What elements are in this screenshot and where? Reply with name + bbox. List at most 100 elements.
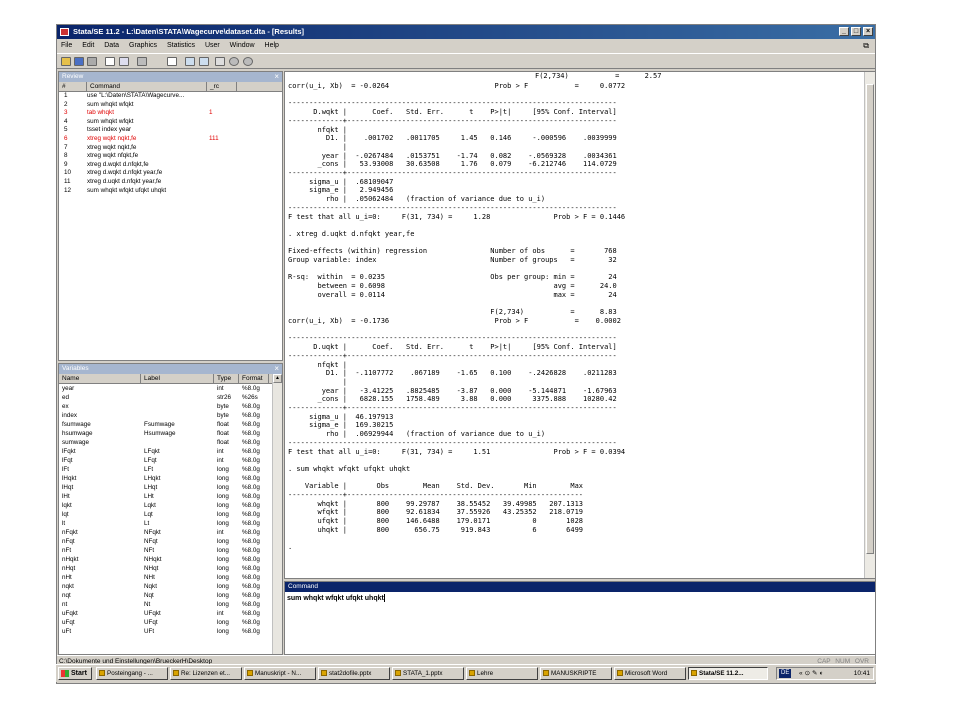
variable-row[interactable]: lHqkt LHqkt long %8.0g [59, 474, 282, 483]
menu-window[interactable]: Window [226, 39, 259, 53]
var-format: %8.0g [242, 403, 260, 410]
variable-row[interactable]: lt Lt long %8.0g [59, 519, 282, 528]
results-scroll-thumb[interactable] [866, 84, 874, 554]
data-browser-icon[interactable] [199, 57, 209, 66]
menu-graphics[interactable]: Graphics [125, 39, 161, 53]
review-header-rc[interactable]: _rc [207, 82, 237, 91]
graph-icon[interactable] [137, 57, 147, 66]
var-format: %8.0g [242, 520, 260, 527]
review-row[interactable]: 2 sum whqkt wfqkt [59, 101, 282, 110]
task-posteingang[interactable]: Posteingang - ... [96, 667, 168, 680]
review-header-command[interactable]: Command [87, 82, 207, 91]
var-name: lHqkt [62, 475, 77, 482]
review-row[interactable]: 4 sum whqkt wfqkt [59, 118, 282, 127]
variable-row[interactable]: index byte %8.0g [59, 411, 282, 420]
variable-row[interactable]: lHt LHt long %8.0g [59, 492, 282, 501]
task-manuskript[interactable]: Manuskript - N... [244, 667, 316, 680]
variable-row[interactable]: nFt NFt long %8.0g [59, 546, 282, 555]
results-scrollbar[interactable] [864, 72, 875, 578]
variable-row[interactable]: year int %8.0g [59, 384, 282, 393]
close-button[interactable]: × [863, 27, 873, 36]
review-row[interactable]: 3 tab whqkt 1 [59, 109, 282, 118]
variable-row[interactable]: sumwage float %8.0g [59, 438, 282, 447]
language-indicator[interactable]: DE [779, 669, 792, 678]
data-editor-icon[interactable] [185, 57, 195, 66]
variables-manager-icon[interactable] [215, 57, 225, 66]
review-row[interactable]: 1 use "L:\Daten\STATA\Wagecurve... [59, 92, 282, 101]
log-icon[interactable] [105, 57, 115, 66]
close-variables-icon[interactable]: × [274, 364, 279, 374]
review-row[interactable]: 10 xtreg d.wqkt d.nfqkt year,fe [59, 169, 282, 178]
menu-data[interactable]: Data [100, 39, 123, 53]
review-row[interactable]: 11 xtreg d.uqkt d.nfqkt year,fe [59, 178, 282, 187]
task-word[interactable]: Microsoft Word [614, 667, 686, 680]
var-type: long [217, 556, 229, 563]
task-lizenzen[interactable]: Re: Lizenzen et... [170, 667, 242, 680]
start-button[interactable]: Start [58, 667, 92, 680]
var-name: uFqt [62, 619, 75, 626]
variable-row[interactable]: lFt LFt long %8.0g [59, 465, 282, 474]
minimize-button[interactable]: _ [839, 27, 849, 36]
variable-row[interactable]: lHqt LHqt long %8.0g [59, 483, 282, 492]
variable-row[interactable]: uFt UFt long %8.0g [59, 627, 282, 636]
variable-row[interactable]: lqt Lqt long %8.0g [59, 510, 282, 519]
menu-help[interactable]: Help [261, 39, 283, 53]
task-manuskripte[interactable]: MANUSKRIPTE [540, 667, 612, 680]
restore-icon[interactable]: ⧉ [863, 39, 869, 53]
variable-row[interactable]: lqkt Lqkt long %8.0g [59, 501, 282, 510]
var-header-type[interactable]: Type [214, 374, 239, 383]
menu-edit[interactable]: Edit [78, 39, 98, 53]
variable-row[interactable]: lFqt LFqt int %8.0g [59, 456, 282, 465]
task-stat2dofile[interactable]: stat2dofile.pptx [318, 667, 390, 680]
save-icon[interactable] [74, 57, 84, 66]
variable-row[interactable]: fsumwage Fsumwage float %8.0g [59, 420, 282, 429]
review-row[interactable]: 12 sum whqkt wfqkt ufqkt uhqkt [59, 187, 282, 196]
more-icon[interactable] [229, 57, 239, 66]
variable-row[interactable]: ex byte %8.0g [59, 402, 282, 411]
variable-row[interactable]: uFqkt UFqkt int %8.0g [59, 609, 282, 618]
task-stata1[interactable]: STATA_1.pptx [392, 667, 464, 680]
variable-row[interactable]: uFqt UFqt long %8.0g [59, 618, 282, 627]
variable-row[interactable]: nHqt NHqt long %8.0g [59, 564, 282, 573]
menu-statistics[interactable]: Statistics [163, 39, 199, 53]
var-header-format[interactable]: Format [239, 374, 269, 383]
variable-row[interactable]: hsumwage Hsumwage float %8.0g [59, 429, 282, 438]
task-lehre[interactable]: Lehre [466, 667, 538, 680]
do-file-editor-icon[interactable] [167, 57, 177, 66]
review-header-num[interactable]: # [59, 82, 87, 91]
review-row[interactable]: 7 xtreg wqkt nqkt,fe [59, 144, 282, 153]
powerpoint-icon [395, 670, 401, 676]
menu-file[interactable]: File [57, 39, 76, 53]
review-row[interactable]: 6 xtreg wqkt nqkt,fe 111 [59, 135, 282, 144]
var-label: Lqkt [144, 502, 156, 509]
var-name: nHt [62, 574, 72, 581]
variable-row[interactable]: nHqkt NHqkt long %8.0g [59, 555, 282, 564]
tray-icons[interactable]: «⊙✎◐ [799, 668, 825, 679]
review-row[interactable]: 5 tsset index year [59, 126, 282, 135]
break-icon[interactable] [243, 57, 253, 66]
review-row[interactable]: 8 xtreg wqkt nfqkt,fe [59, 152, 282, 161]
variable-row[interactable]: nHt NHt long %8.0g [59, 573, 282, 582]
print-icon[interactable] [87, 57, 97, 66]
review-row-command: sum whqkt wfqkt [87, 100, 134, 108]
maximize-button[interactable]: □ [851, 27, 861, 36]
variable-row[interactable]: lFqkt LFqkt int %8.0g [59, 447, 282, 456]
variables-scrollbar[interactable]: ▲ [272, 374, 282, 654]
var-type: byte [217, 412, 229, 419]
open-icon[interactable] [61, 57, 71, 66]
command-input[interactable]: sum whqkt wfqkt ufqkt uhqkt [285, 592, 875, 605]
close-review-icon[interactable]: × [274, 72, 279, 82]
viewer-icon[interactable] [119, 57, 129, 66]
variable-row[interactable]: ed str26 %26s [59, 393, 282, 402]
menu-user[interactable]: User [201, 39, 224, 53]
variable-row[interactable]: nqt Nqt long %8.0g [59, 591, 282, 600]
variable-row[interactable]: nFqt NFqt long %8.0g [59, 537, 282, 546]
variable-row[interactable]: nqkt Nqkt long %8.0g [59, 582, 282, 591]
var-header-label[interactable]: Label [141, 374, 214, 383]
var-header-name[interactable]: Name [59, 374, 141, 383]
review-row[interactable]: 9 xtreg d.wqkt d.nfqkt,fe [59, 161, 282, 170]
variable-row[interactable]: nt Nt long %8.0g [59, 600, 282, 609]
scroll-up-icon[interactable]: ▲ [273, 374, 282, 383]
variable-row[interactable]: nFqkt NFqkt int %8.0g [59, 528, 282, 537]
task-stata[interactable]: Stata/SE 11.2... [688, 667, 768, 680]
